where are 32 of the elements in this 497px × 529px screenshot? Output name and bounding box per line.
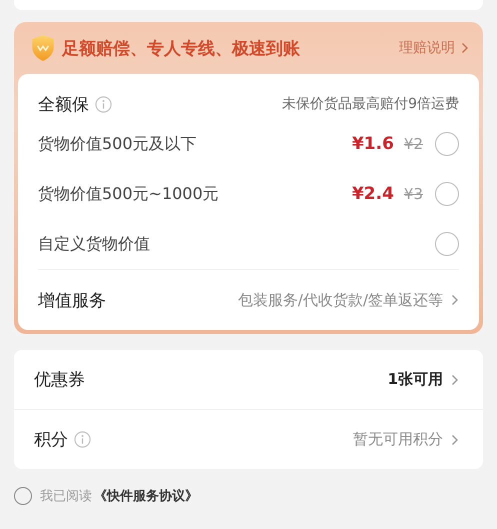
radio-button[interactable]	[435, 232, 459, 256]
original-price: ¥2	[404, 135, 423, 153]
option-label: 货物价值500元~1000元	[38, 184, 219, 204]
price: ¥1.6	[352, 134, 394, 154]
plan-note: 未保价货品最高赔付9倍运费	[282, 95, 459, 113]
info-icon[interactable]	[95, 96, 112, 112]
price: ¥2.4	[352, 184, 394, 204]
row-value: 包装服务/代收货款/签单返还等	[238, 290, 443, 310]
shield-icon	[30, 34, 56, 62]
agreement-checkbox[interactable]	[14, 487, 32, 505]
chevron-icon	[451, 434, 459, 446]
agreement-link[interactable]: 《快件服务协议》	[94, 487, 198, 505]
row-label: 优惠券	[34, 369, 85, 391]
radio-button[interactable]	[435, 182, 459, 206]
row-value: 1张可用	[388, 370, 443, 389]
radio-button[interactable]	[435, 132, 459, 156]
chevron-icon	[451, 374, 459, 386]
info-icon[interactable]	[74, 431, 91, 448]
banner-title: 足额赔偿、专人专线、极速到账	[62, 38, 300, 60]
original-price: ¥3	[404, 185, 423, 203]
chevron-icon	[461, 42, 469, 54]
row-label: 积分	[34, 429, 68, 451]
row-label: 增值服务	[38, 290, 106, 312]
discount-row[interactable]: 优惠券 1张可用	[14, 350, 483, 409]
value-added-row[interactable]: 增值服务 包装服务/代收货款/签单返还等	[38, 269, 459, 330]
agreement-text: 我已阅读	[40, 488, 92, 505]
row-value: 暂无可用积分	[353, 430, 443, 449]
discount-row[interactable]: 积分 暂无可用积分	[14, 409, 483, 469]
option-label: 货物价值500元及以下	[38, 134, 197, 154]
chevron-icon	[451, 294, 459, 306]
option-label: 自定义货物价值	[38, 234, 150, 254]
plan-title: 全额保	[38, 94, 89, 116]
